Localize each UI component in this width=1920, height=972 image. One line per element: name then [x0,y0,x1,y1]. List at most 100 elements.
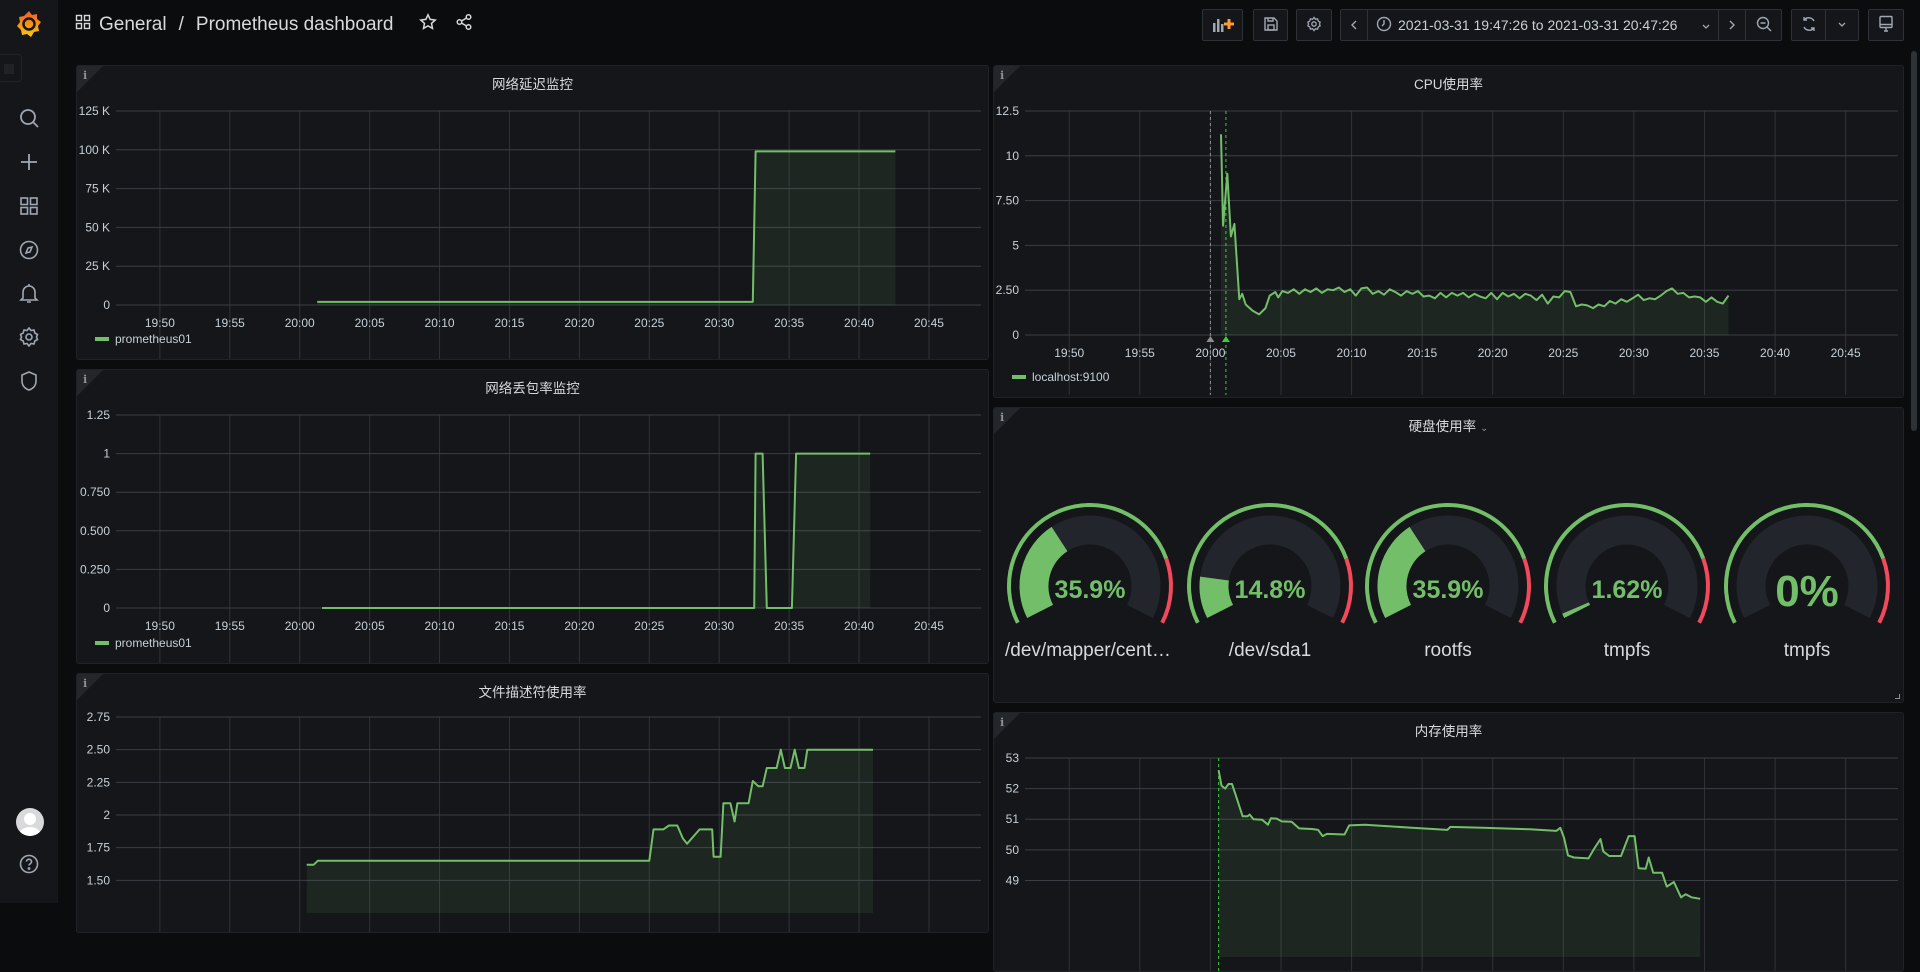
save-icon [1263,16,1279,35]
x-tick-label: 19:55 [215,316,245,330]
save-dashboard-button[interactable] [1253,9,1288,41]
x-tick-label: 20:40 [844,316,874,330]
gauge-threshold-arc-red [1699,559,1708,623]
y-tick-label: 50 [1006,843,1020,857]
refresh-picker [1791,9,1859,41]
y-tick-label: 2 [103,808,110,822]
star-icon[interactable] [419,13,437,37]
gauge-threshold-arc-red [1520,559,1529,623]
x-tick-label: 20:10 [1337,346,1367,360]
page-scrollbar[interactable] [1911,51,1917,431]
gauge-threshold-arc-red [1162,559,1171,623]
y-tick-label: 0 [103,601,110,615]
y-tick-label: 49 [1006,873,1020,887]
gauge-label: tmpfs [1722,640,1892,662]
x-tick-label: 19:55 [215,619,245,633]
gauge-value: 0% [1775,567,1839,616]
legend-item[interactable]: prometheus01 [95,636,192,650]
y-tick-label: 1.25 [87,408,111,422]
x-tick-label: 20:30 [1619,346,1649,360]
x-tick-label: 20:20 [1478,346,1508,360]
packet-loss-chart: 00.2500.5000.75011.2519:5019:5520:0020:0… [77,370,989,664]
x-tick-label: 20:40 [1760,346,1790,360]
gauge-value: 1.62% [1592,576,1663,604]
gauge-value: 35.9% [1055,576,1126,604]
y-tick-label: 5 [1012,238,1019,252]
x-tick-label: 20:10 [425,316,455,330]
explore-icon[interactable] [15,236,43,264]
x-tick-label: 20:05 [355,619,385,633]
panel-memory-usage: i 内存使用率 4950515253 [993,712,1904,972]
x-tick-label: 20:35 [1689,346,1719,360]
plus-icon[interactable] [15,148,43,176]
latency-chart: 025 K50 K75 K100 K125 K19:5019:5520:0020… [77,66,989,360]
gauge-threshold-arc-red [1879,559,1888,623]
y-tick-label: 53 [1006,751,1020,765]
resize-handle[interactable] [1895,694,1900,699]
dashboards-icon[interactable] [15,192,43,220]
help-icon[interactable] [15,850,43,878]
gauge-value: 35.9% [1413,576,1484,604]
panel-file-descriptors: i 文件描述符使用率 1.501.7522.252.502.75 [76,673,989,933]
file-descriptor-chart: 1.501.7522.252.502.75 [77,674,989,933]
x-tick-label: 20:00 [285,619,315,633]
x-tick-label: 20:00 [285,316,315,330]
dashboard-settings-button[interactable] [1296,9,1332,41]
annotation-triangle-icon [1222,336,1230,342]
x-tick-label: 20:40 [844,619,874,633]
y-tick-label: 12.5 [996,104,1020,118]
server-admin-icon[interactable] [15,367,43,395]
gauge-label: /dev/mapper/centos... [1005,640,1175,662]
refresh-button[interactable] [1792,10,1826,40]
x-tick-label: 20:25 [634,316,664,330]
legend-item[interactable]: prometheus01 [95,332,192,346]
cpu-chart: 02.5057.501012.519:5019:5520:0020:0520:1… [994,66,1904,398]
grafana-logo[interactable] [16,10,42,43]
sidebar-toggle[interactable] [0,54,22,82]
x-tick-label: 20:30 [704,619,734,633]
time-range-button[interactable]: 2021-03-31 19:47:26 to 2021-03-31 20:47:… [1368,10,1719,40]
time-range-text: 2021-03-31 19:47:26 to 2021-03-31 20:47:… [1398,17,1677,33]
share-icon[interactable] [455,13,473,37]
dashboards-grid-icon [75,14,91,36]
series-area [1219,770,1701,957]
legend-label: prometheus01 [115,332,192,346]
y-tick-label: 1.50 [87,873,111,887]
y-tick-label: 0.250 [80,562,110,576]
zoom-out-button[interactable] [1746,10,1781,40]
clock-icon [1376,16,1392,35]
series-area [307,750,873,913]
dashboard-title[interactable]: Prometheus dashboard [196,14,394,36]
x-tick-label: 20:45 [914,619,944,633]
y-tick-label: 100 K [79,143,110,157]
add-panel-button[interactable] [1202,9,1243,41]
legend-label: prometheus01 [115,636,192,650]
y-tick-label: 0 [103,298,110,312]
time-range-forward-button[interactable] [1719,10,1746,40]
legend-item[interactable]: localhost:9100 [1012,370,1109,384]
zoom-out-icon [1756,16,1772,35]
folder-link[interactable]: General [99,14,167,36]
y-tick-label: 125 K [79,104,110,118]
gauge-label: rootfs [1363,640,1533,662]
legend-swatch [95,641,109,645]
avatar[interactable] [16,808,44,836]
gauge-label: /dev/sda1 [1185,640,1355,662]
refresh-interval-dropdown[interactable] [1826,10,1858,40]
gauge-value: 14.8% [1235,576,1306,604]
top-navbar: General / Prometheus dashboard 2021-03-3… [59,0,1920,56]
search-icon[interactable] [15,104,43,132]
monitor-icon [1878,15,1894,36]
gauge-threshold-arc-red [1342,559,1351,623]
x-tick-label: 20:20 [564,316,594,330]
alerting-icon[interactable] [15,279,43,307]
configuration-icon[interactable] [15,323,43,351]
cycle-view-mode-button[interactable] [1868,9,1904,41]
time-range-back-button[interactable] [1341,10,1368,40]
gear-icon [1306,16,1322,35]
y-tick-label: 75 K [85,182,110,196]
series-area [317,151,895,305]
x-tick-label: 20:20 [564,619,594,633]
x-tick-label: 20:05 [355,316,385,330]
x-tick-label: 19:50 [145,619,175,633]
